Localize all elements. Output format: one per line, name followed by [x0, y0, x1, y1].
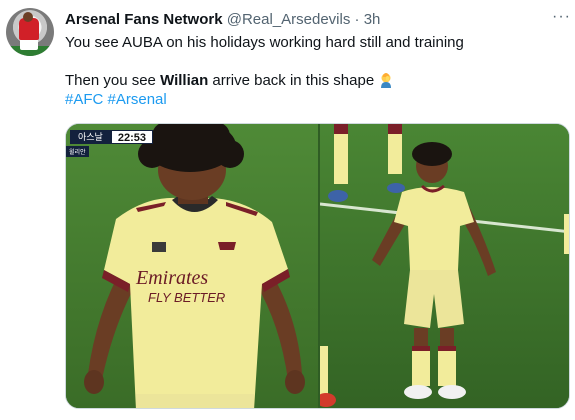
scoreboard: 아스날 22:53: [70, 130, 153, 144]
sponsor-emirates: Emirates: [135, 267, 208, 289]
player-closeup-illustration: Emirates FLY BETTER: [66, 124, 318, 408]
media-grid[interactable]: Emirates FLY BETTER 아스날 22:53 윌리안: [65, 123, 570, 409]
media-image-left[interactable]: Emirates FLY BETTER 아스날 22:53 윌리안: [66, 124, 318, 408]
tweet-line-2: Then you see Willian arrive back in this…: [65, 71, 565, 90]
hashtags: #AFC #Arsenal: [65, 90, 565, 109]
avatar[interactable]: [6, 8, 54, 56]
tweet-card[interactable]: Arsenal Fans Network @Real_Arsedevils · …: [0, 0, 575, 420]
tweet-text: You see AUBA on his holidays working har…: [65, 33, 565, 109]
scoreboard-team: 아스날: [70, 130, 111, 144]
display-name[interactable]: Arsenal Fans Network: [65, 11, 223, 28]
tweet-header: Arsenal Fans Network @Real_Arsedevils · …: [65, 11, 380, 29]
user-handle[interactable]: @Real_Arsedevils: [227, 11, 351, 28]
tweet-line-2-end: arrive back in this shape: [208, 72, 379, 89]
avatar-head: [23, 12, 33, 22]
tweet-line-1: You see AUBA on his holidays working har…: [65, 34, 464, 51]
tweet-bold-name: Willian: [160, 72, 209, 89]
player-fullbody-illustration: [320, 124, 569, 408]
tweet-line-2-start: Then you see: [65, 72, 161, 89]
hashtag-afc[interactable]: #AFC: [65, 91, 103, 108]
facepalm-emoji-icon: [381, 73, 392, 88]
timestamp[interactable]: 3h: [364, 11, 381, 28]
scoreboard-clock: 22:53: [110, 130, 153, 144]
sponsor-tagline: FLY BETTER: [148, 290, 225, 305]
hashtag-arsenal[interactable]: #Arsenal: [108, 91, 167, 108]
scoreboard-player: 윌리안: [66, 146, 89, 157]
media-image-right[interactable]: [320, 124, 569, 408]
more-options-icon[interactable]: ···: [552, 8, 571, 26]
separator-dot: ·: [354, 11, 360, 28]
